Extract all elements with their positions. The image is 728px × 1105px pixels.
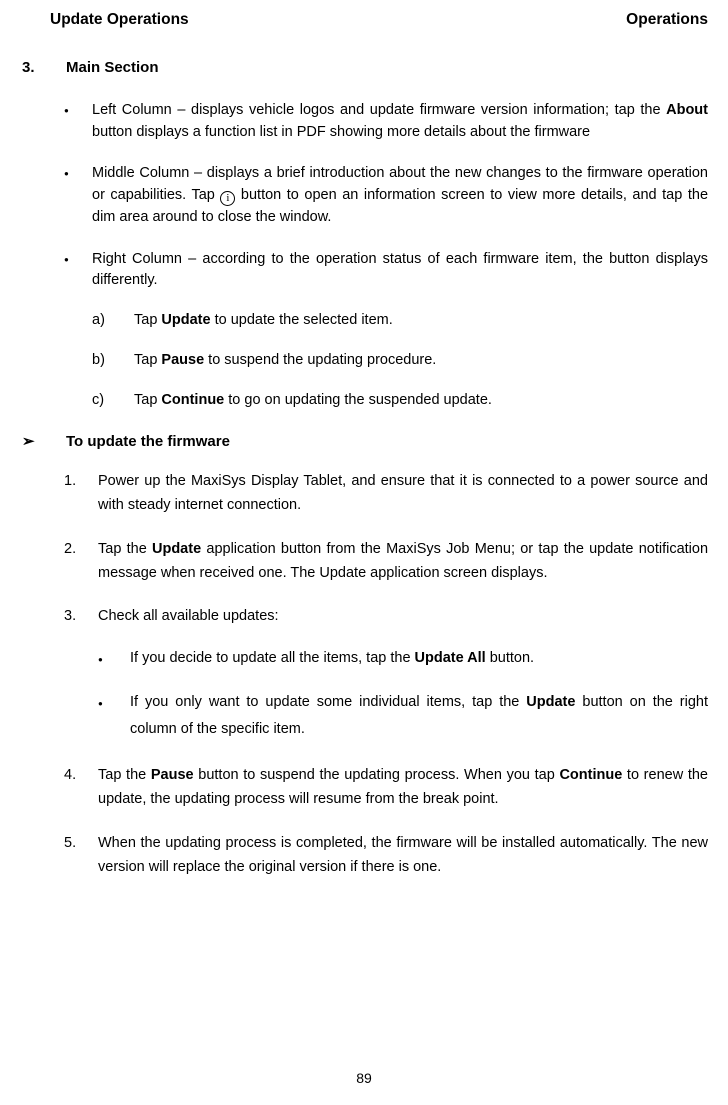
- pause-bold: Pause: [151, 767, 194, 783]
- text: Power up the MaxiSys Display Tablet, and…: [98, 473, 708, 513]
- sub-item-c: c) Tap Continue to go on updating the su…: [92, 390, 708, 412]
- header-right: Operations: [626, 8, 708, 31]
- bullet-middle-column: Middle Column – displays a brief introdu…: [64, 163, 708, 228]
- text: button.: [486, 650, 534, 666]
- text: Tap: [134, 392, 161, 408]
- text: to update the selected item.: [211, 312, 393, 328]
- procedure-title: To update the firmware: [66, 431, 230, 454]
- step-4: 4. Tap the Pause button to suspend the u…: [64, 764, 708, 812]
- step-number: 1.: [64, 470, 76, 494]
- text: button to suspend the updating process. …: [194, 767, 560, 783]
- label: a): [92, 310, 105, 332]
- update-bold: Update: [526, 694, 575, 710]
- text: When the updating process is completed, …: [98, 835, 708, 875]
- text: Right Column – according to the operatio…: [92, 251, 708, 289]
- step-3: 3. Check all available updates: If you d…: [64, 605, 708, 744]
- procedure-heading: ➢ To update the firmware: [22, 431, 708, 454]
- update-all-bold: Update All: [415, 650, 486, 666]
- header-left: Update Operations: [50, 8, 189, 31]
- label: b): [92, 350, 105, 372]
- arrow-icon: ➢: [22, 431, 66, 454]
- main-bullet-list: Left Column – displays vehicle logos and…: [64, 100, 708, 412]
- section-heading: 3. Main Section: [22, 57, 708, 80]
- update-bold: Update: [152, 541, 201, 557]
- info-icon: i: [220, 191, 235, 206]
- text: to suspend the updating procedure.: [204, 352, 436, 368]
- steps-list: 1. Power up the MaxiSys Display Tablet, …: [64, 470, 708, 880]
- page-header: Update Operations Operations: [50, 8, 708, 31]
- text: to go on updating the suspended update.: [224, 392, 492, 408]
- section-title: Main Section: [66, 57, 159, 80]
- text: Tap: [134, 352, 161, 368]
- continue-bold: Continue: [161, 392, 224, 408]
- page-number: 89: [0, 1068, 728, 1089]
- pause-bold: Pause: [161, 352, 204, 368]
- step-2: 2. Tap the Update application button fro…: [64, 538, 708, 586]
- step-number: 4.: [64, 764, 76, 788]
- text: Tap the: [98, 767, 151, 783]
- step-number: 3.: [64, 605, 76, 629]
- step-1: 1. Power up the MaxiSys Display Tablet, …: [64, 470, 708, 518]
- text: Tap the: [98, 541, 152, 557]
- sub-item-a: a) Tap Update to update the selected ite…: [92, 310, 708, 332]
- step-number: 5.: [64, 832, 76, 856]
- sub-ordered-list: a) Tap Update to update the selected ite…: [92, 310, 708, 411]
- text: button displays a function list in PDF s…: [92, 124, 590, 140]
- sub-item-b: b) Tap Pause to suspend the updating pro…: [92, 350, 708, 372]
- step-5: 5. When the updating process is complete…: [64, 832, 708, 880]
- bullet-right-column: Right Column – according to the operatio…: [64, 249, 708, 412]
- label: c): [92, 390, 104, 412]
- text: If you decide to update all the items, t…: [130, 650, 415, 666]
- section-number: 3.: [22, 57, 66, 80]
- text: Check all available updates:: [98, 608, 279, 624]
- text: If you only want to update some individu…: [130, 694, 526, 710]
- step-number: 2.: [64, 538, 76, 562]
- text: Left Column – displays vehicle logos and…: [92, 102, 666, 118]
- about-bold: About: [666, 102, 708, 118]
- update-bold: Update: [161, 312, 210, 328]
- sub-bullet-update-all: If you decide to update all the items, t…: [98, 645, 708, 673]
- bullet-left-column: Left Column – displays vehicle logos and…: [64, 100, 708, 144]
- continue-bold: Continue: [559, 767, 622, 783]
- text: Tap: [134, 312, 161, 328]
- step-3-sublist: If you decide to update all the items, t…: [98, 645, 708, 744]
- sub-bullet-update-individual: If you only want to update some individu…: [98, 689, 708, 744]
